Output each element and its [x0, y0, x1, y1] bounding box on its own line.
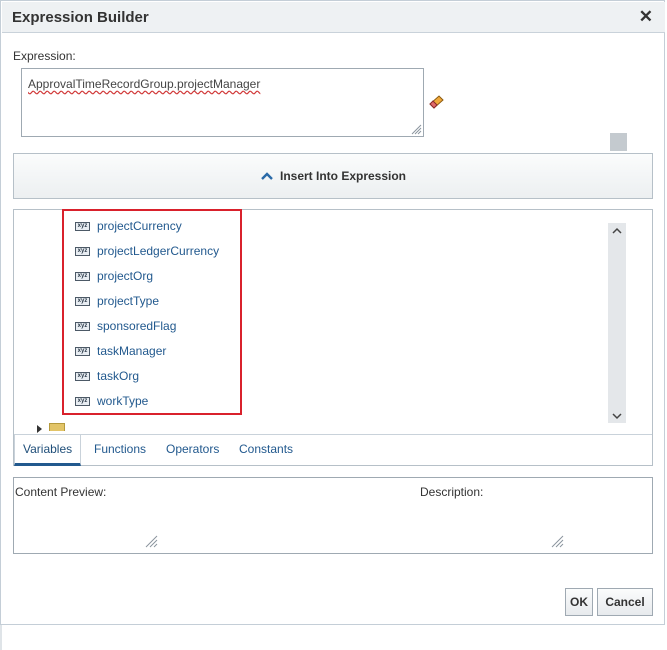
tree-item-label: projectType [97, 294, 160, 308]
content-preview-label: Content Preview: [15, 485, 107, 499]
tree-item-label: workType [97, 394, 149, 408]
variable-xyz-icon: xyz [75, 321, 90, 331]
expression-text: ApprovalTimeRecordGroup.projectManager [28, 77, 261, 91]
variable-xyz-icon: xyz [75, 296, 90, 306]
tree-item-label: sponsoredFlag [97, 319, 177, 333]
cancel-button[interactable]: Cancel [597, 588, 653, 616]
tree-item-project-ledger-currency[interactable]: xyz projectLedgerCurrency [75, 241, 219, 261]
tree-scrollbar[interactable] [608, 223, 626, 423]
xyz-icon-text: xyz [77, 323, 88, 329]
variable-xyz-icon: xyz [75, 396, 90, 406]
xyz-icon-text: xyz [77, 223, 88, 229]
dialog-title: Expression Builder [12, 9, 149, 26]
variable-xyz-icon: xyz [75, 271, 90, 281]
tab-functions[interactable]: Functions [86, 435, 154, 466]
xyz-icon-text: xyz [77, 348, 88, 354]
expression-builder-dialog: Expression Builder ✕ Expression: Approva… [0, 0, 665, 625]
tree-item-task-manager[interactable]: xyz taskManager [75, 341, 166, 361]
variables-tree: xyz projectCurrency xyz projectLedgerCur… [15, 211, 653, 433]
xyz-icon-text: xyz [77, 298, 88, 304]
tree-item-work-type[interactable]: xyz workType [75, 391, 148, 411]
ok-button[interactable]: OK [565, 588, 593, 616]
tab-operators[interactable]: Operators [158, 435, 227, 466]
tree-item-project-org[interactable]: xyz projectOrg [75, 266, 153, 286]
description-label: Description: [420, 485, 484, 499]
scroll-down-icon[interactable] [608, 409, 626, 423]
scrollbar-thumb[interactable] [610, 133, 627, 151]
folder-icon [49, 423, 65, 431]
variable-xyz-icon: xyz [75, 346, 90, 356]
expand-triangle-icon[interactable] [37, 425, 42, 433]
preview-area: Content Preview: Description: [13, 477, 653, 554]
variable-xyz-icon: xyz [75, 221, 90, 231]
resize-grip-icon[interactable] [409, 122, 422, 135]
tab-bar: Variables Functions Operators Constants [14, 434, 652, 466]
tree-item-label: projectCurrency [97, 219, 182, 233]
tree-item-project-currency[interactable]: xyz projectCurrency [75, 216, 182, 236]
xyz-icon-text: xyz [77, 273, 88, 279]
chevron-up-icon [261, 172, 273, 180]
dialog-titlebar: Expression Builder ✕ [2, 2, 665, 33]
insert-button-label: Insert Into Expression [279, 169, 407, 183]
variable-xyz-icon: xyz [75, 246, 90, 256]
expression-textarea[interactable]: ApprovalTimeRecordGroup.projectManager [21, 68, 424, 137]
tree-item-label: projectLedgerCurrency [97, 244, 220, 258]
xyz-icon-text: xyz [77, 398, 88, 404]
tree-item-task-org[interactable]: xyz taskOrg [75, 366, 139, 386]
insert-into-expression-button[interactable]: Insert Into Expression [13, 153, 653, 199]
xyz-icon-text: xyz [77, 248, 88, 254]
resize-grip-icon[interactable] [550, 534, 564, 548]
resize-grip-icon[interactable] [144, 534, 158, 548]
expression-label: Expression: [13, 49, 76, 63]
eraser-icon[interactable] [428, 94, 446, 110]
scroll-up-icon[interactable] [608, 223, 626, 237]
tree-item-label: projectOrg [97, 269, 154, 283]
tab-variables[interactable]: Variables [14, 435, 82, 466]
xyz-icon-text: xyz [77, 373, 88, 379]
tab-constants[interactable]: Constants [231, 435, 301, 466]
variables-panel: xyz projectCurrency xyz projectLedgerCur… [13, 209, 653, 466]
tree-item-label: taskOrg [97, 369, 140, 383]
tree-item-project-type[interactable]: xyz projectType [75, 291, 159, 311]
tree-item-label: taskManager [97, 344, 167, 358]
variable-xyz-icon: xyz [75, 371, 90, 381]
close-icon[interactable]: ✕ [639, 7, 653, 27]
tree-item-sponsored-flag[interactable]: xyz sponsoredFlag [75, 316, 176, 336]
